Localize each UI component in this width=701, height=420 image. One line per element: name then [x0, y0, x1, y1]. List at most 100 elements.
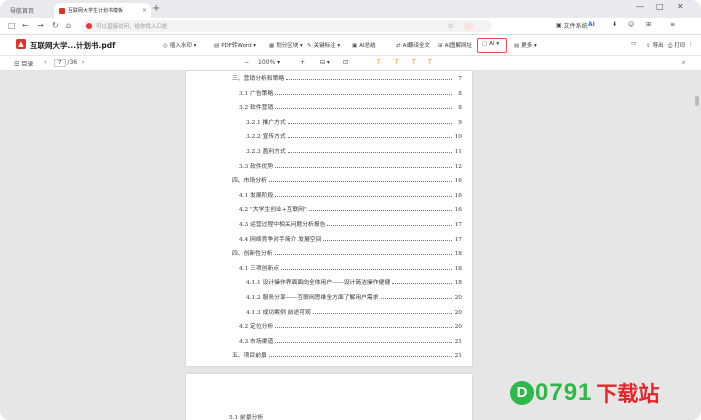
toc-entry-text: 4.3 市场渠道	[239, 338, 274, 345]
tab-current-pdf[interactable]: 互联网大学生计划书模板 ✕	[54, 3, 151, 18]
toc-entry[interactable]: 4.3 运营过程中相关问题分析报告 17	[239, 219, 462, 228]
toc-entry[interactable]: 4.2 定位分析 20	[239, 321, 462, 330]
toc-leader-dots	[312, 309, 452, 314]
toc-entry[interactable]: 四、创新性分析 18	[232, 248, 462, 257]
export-icon: ⇪	[646, 43, 651, 49]
toc-entry[interactable]: 3.2.1 推广方式 9	[246, 117, 462, 126]
site-icon	[86, 23, 92, 29]
prev-page-icon[interactable]: ‹	[44, 59, 46, 66]
pdf-to-word-button[interactable]: ▤ PDF转Word ▾	[214, 41, 256, 49]
download-icon[interactable]: ⬇	[612, 21, 617, 28]
toc-entry-text: 3.2.1 推广方式	[246, 119, 286, 126]
text-tool-4-icon[interactable]: T	[428, 59, 432, 66]
toc-entry[interactable]: 三、营销分析和策略 7	[232, 73, 462, 82]
rotate-icon[interactable]: ⊡	[343, 59, 348, 66]
next-page-icon[interactable]: ›	[82, 59, 84, 66]
extensions-icon[interactable]: ⊞	[646, 21, 651, 28]
toc-entry[interactable]: 五、项目前景 21	[232, 350, 462, 359]
toc-entry[interactable]: 3.2.2 宣传方式 10	[246, 131, 462, 140]
export-button[interactable]: ⇪ 导出	[646, 41, 664, 49]
close-window-button[interactable]: ✕	[677, 2, 684, 11]
forward-arrow-icon[interactable]: →	[37, 21, 44, 30]
scrollbar-thumb[interactable]	[695, 96, 699, 106]
fit-page-icon[interactable]: ⊟ ▾	[320, 59, 330, 66]
toc-leader-dots	[287, 148, 452, 153]
toc-entry-page: 12	[454, 163, 462, 170]
maximize-button[interactable]: □	[656, 2, 664, 11]
ai-translate-button[interactable]: ⇄ AI翻译全文	[396, 41, 430, 49]
label: PDF转Word	[221, 43, 252, 49]
sidebar-toggle-icon[interactable]: □	[8, 21, 16, 30]
toc-entry[interactable]: 4.1.2 服务分享——互联网思维全方面了解用户需求 20	[246, 292, 462, 301]
toc-entry[interactable]: 3.2.3 盈利方式 11	[246, 146, 462, 155]
view-toolbar: ☰ 目录 ‹ 7 /36 › − 100% ▾ + ⊟ ▾ ⊡ T T T T …	[0, 56, 701, 71]
page-indicator: 7 /36	[54, 59, 77, 67]
tab-label: 互联网大学生计划书模板	[68, 8, 124, 14]
zoom-select[interactable]: 100% ▾	[258, 59, 280, 66]
toc-leader-dots	[281, 265, 452, 270]
ai-summary-button[interactable]: ▣ AI总结	[352, 41, 376, 49]
label: AI翻译全文	[402, 43, 430, 49]
toc-entry[interactable]: 3.3 软件优势 12	[239, 161, 462, 170]
more-button[interactable]: ▤ 更多 ▾	[514, 41, 537, 49]
user-icon[interactable]: ☺	[628, 21, 634, 28]
line-text: 5.1 前景分析	[229, 415, 264, 420]
home-icon[interactable]: ⌂	[66, 21, 71, 30]
watermark-text: 下载站	[596, 382, 660, 406]
pdf-toolbar: ▲ 互联网大学...计划书.pdf ◎ 插入水印 ▾ ▤ PDF转Word ▾ ▦ 划…	[0, 35, 701, 56]
outline-button[interactable]: ☰ 目录	[14, 59, 33, 68]
ai-diagram-button[interactable]: ⊞ AI图解网址	[438, 41, 472, 49]
block-icon: ▦	[269, 43, 275, 49]
toc-entry[interactable]: 4.1.1 设计操作界面面向全体用户——设计简洁操作便捷 18	[246, 277, 462, 286]
extension-icon[interactable]	[464, 22, 474, 30]
key-annotation-button[interactable]: ✎ 关键标注 ▾	[307, 41, 340, 49]
tab-home[interactable]: 导航首页	[6, 3, 55, 18]
print-button[interactable]: ⎙ 打印	[668, 41, 685, 50]
toc-leader-dots	[308, 206, 452, 212]
page-input[interactable]: 7	[54, 59, 66, 67]
minimize-button[interactable]: —	[636, 2, 644, 11]
text-tool-3-icon[interactable]: T	[412, 59, 416, 66]
insert-watermark-button[interactable]: ◎ 插入水印 ▾	[163, 41, 196, 49]
list-icon: ☰	[14, 61, 20, 68]
document-title: 互联网大学...计划书.pdf	[30, 41, 116, 50]
text-tool-icon[interactable]: T	[377, 59, 381, 66]
search-icon[interactable]: ⌕	[682, 59, 685, 67]
toc-leader-dots	[275, 192, 452, 197]
toc-entry[interactable]: 4.1.3 成功案例 前途可观 20	[246, 307, 462, 316]
toc-entry[interactable]: 4.3 市场渠道 21	[239, 336, 462, 345]
toc-entry[interactable]: 四、市场分析 16	[232, 175, 462, 184]
files-button[interactable]: ▣ 文件系统	[556, 21, 588, 30]
text-tool-2-icon[interactable]: T	[395, 59, 399, 66]
address-bar[interactable]: 可以直接访问，给你找入口处 ☆	[82, 20, 492, 32]
new-tab-button[interactable]: +	[152, 3, 160, 14]
toc-entry[interactable]: 4.1 发展阶段 16	[239, 190, 462, 199]
save-icon[interactable]: ▭	[631, 41, 636, 47]
toc-entry-text: 4.1 三项创新点	[239, 265, 280, 272]
toc-entry[interactable]: 4.2 "大学生创业+互联网" 16	[239, 204, 462, 213]
back-arrow-icon[interactable]: ←	[22, 21, 29, 30]
toc-entry[interactable]: 4.1 三项创新点 18	[239, 263, 462, 272]
ai-button-highlight	[477, 38, 507, 53]
zoom-in-icon[interactable]: +	[300, 59, 305, 66]
tab-strip: 导航首页 互联网大学生计划书模板 ✕ + — □ ✕	[0, 0, 701, 18]
toc-entry-page: 8	[458, 105, 462, 112]
overflow-icon[interactable]: ⋮	[688, 41, 694, 47]
toc-entry[interactable]: 4.4 网络竞争对手简介 发展空间 17	[239, 234, 462, 243]
refresh-icon[interactable]: ↻	[52, 21, 59, 30]
menu-icon[interactable]: ≡	[670, 21, 675, 28]
toc-entry-text: 四、市场分析	[232, 178, 267, 185]
ai-button[interactable]: AI	[588, 21, 595, 28]
toc-leader-dots	[287, 119, 452, 124]
zoom-out-icon[interactable]: −	[244, 59, 249, 66]
toc-entry-page: 17	[454, 222, 462, 228]
more-icon: ▤	[514, 43, 520, 49]
toc-entry[interactable]: 3.2 软件营销 8	[239, 102, 462, 111]
toc-entry[interactable]: 3.1 广告策略 8	[239, 88, 462, 97]
divide-block-button[interactable]: ▦ 划分区块 ▾	[269, 41, 303, 49]
toc-entry-page: 20	[454, 324, 462, 331]
toc-entry-page: 16	[454, 178, 462, 185]
star-icon[interactable]: ☆	[448, 22, 454, 30]
tab-close-icon[interactable]: ✕	[142, 7, 147, 14]
toc-entry-page: 20	[454, 295, 462, 301]
